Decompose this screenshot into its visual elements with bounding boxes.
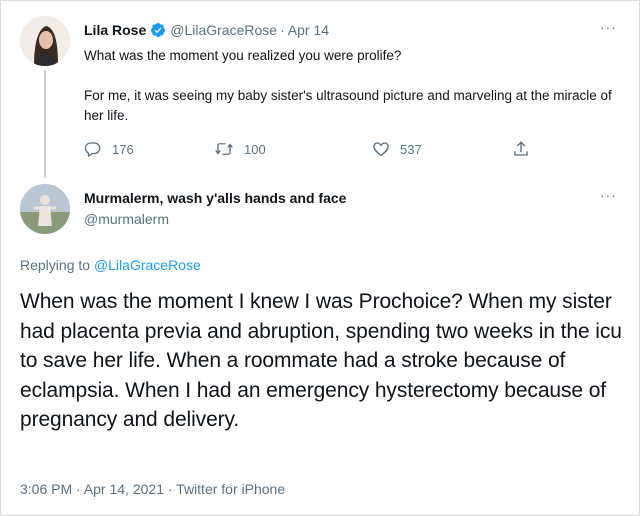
parent-text-answer: For me, it was seeing my baby sister's u… [84, 88, 612, 123]
main-tweet-text: When was the moment I knew I was Prochoi… [20, 290, 622, 431]
thread-connector-line [44, 70, 46, 178]
tweet-timestamp[interactable]: 3:06 PM · Apr 14, 2021 · Twitter for iPh… [20, 481, 285, 497]
retweet-icon [215, 143, 233, 155]
replying-to-line: Replying to @LilaGraceRose [20, 257, 201, 273]
reply-count: 176 [112, 141, 134, 157]
avatar-lila-rose[interactable] [20, 16, 70, 66]
parent-date[interactable]: Apr 14 [288, 22, 329, 38]
share-button[interactable] [512, 140, 540, 158]
parent-display-name[interactable]: Lila Rose [84, 22, 146, 38]
more-icon[interactable]: ··· [600, 188, 617, 202]
more-icon[interactable]: ··· [600, 20, 617, 34]
main-display-name[interactable]: Murmalerm, wash y'alls hands and face [84, 190, 346, 206]
parent-tweet-header: Lila Rose @LilaGraceRose · Apr 14 [84, 20, 329, 40]
main-handle[interactable]: @murmalerm [84, 211, 169, 227]
replying-mention-link[interactable]: @LilaGraceRose [94, 257, 201, 273]
parent-action-bar: 176 100 537 [84, 140, 544, 160]
reply-button[interactable]: 176 [84, 140, 134, 158]
parent-handle[interactable]: @LilaGraceRose [170, 22, 277, 38]
like-icon [373, 142, 389, 157]
like-button[interactable]: 537 [372, 140, 422, 158]
replying-prefix: Replying to [20, 257, 91, 273]
avatar-murmalerm[interactable] [20, 184, 70, 234]
parent-text-question: What was the moment you realized you wer… [84, 48, 402, 63]
share-icon [514, 141, 528, 156]
like-count: 537 [400, 141, 422, 157]
separator-dot: · [280, 22, 285, 38]
parent-tweet-text: What was the moment you realized you wer… [84, 46, 614, 126]
reply-icon [84, 142, 101, 158]
retweet-count: 100 [244, 141, 266, 157]
retweet-button[interactable]: 100 [214, 140, 266, 158]
verified-badge-icon [150, 22, 166, 38]
